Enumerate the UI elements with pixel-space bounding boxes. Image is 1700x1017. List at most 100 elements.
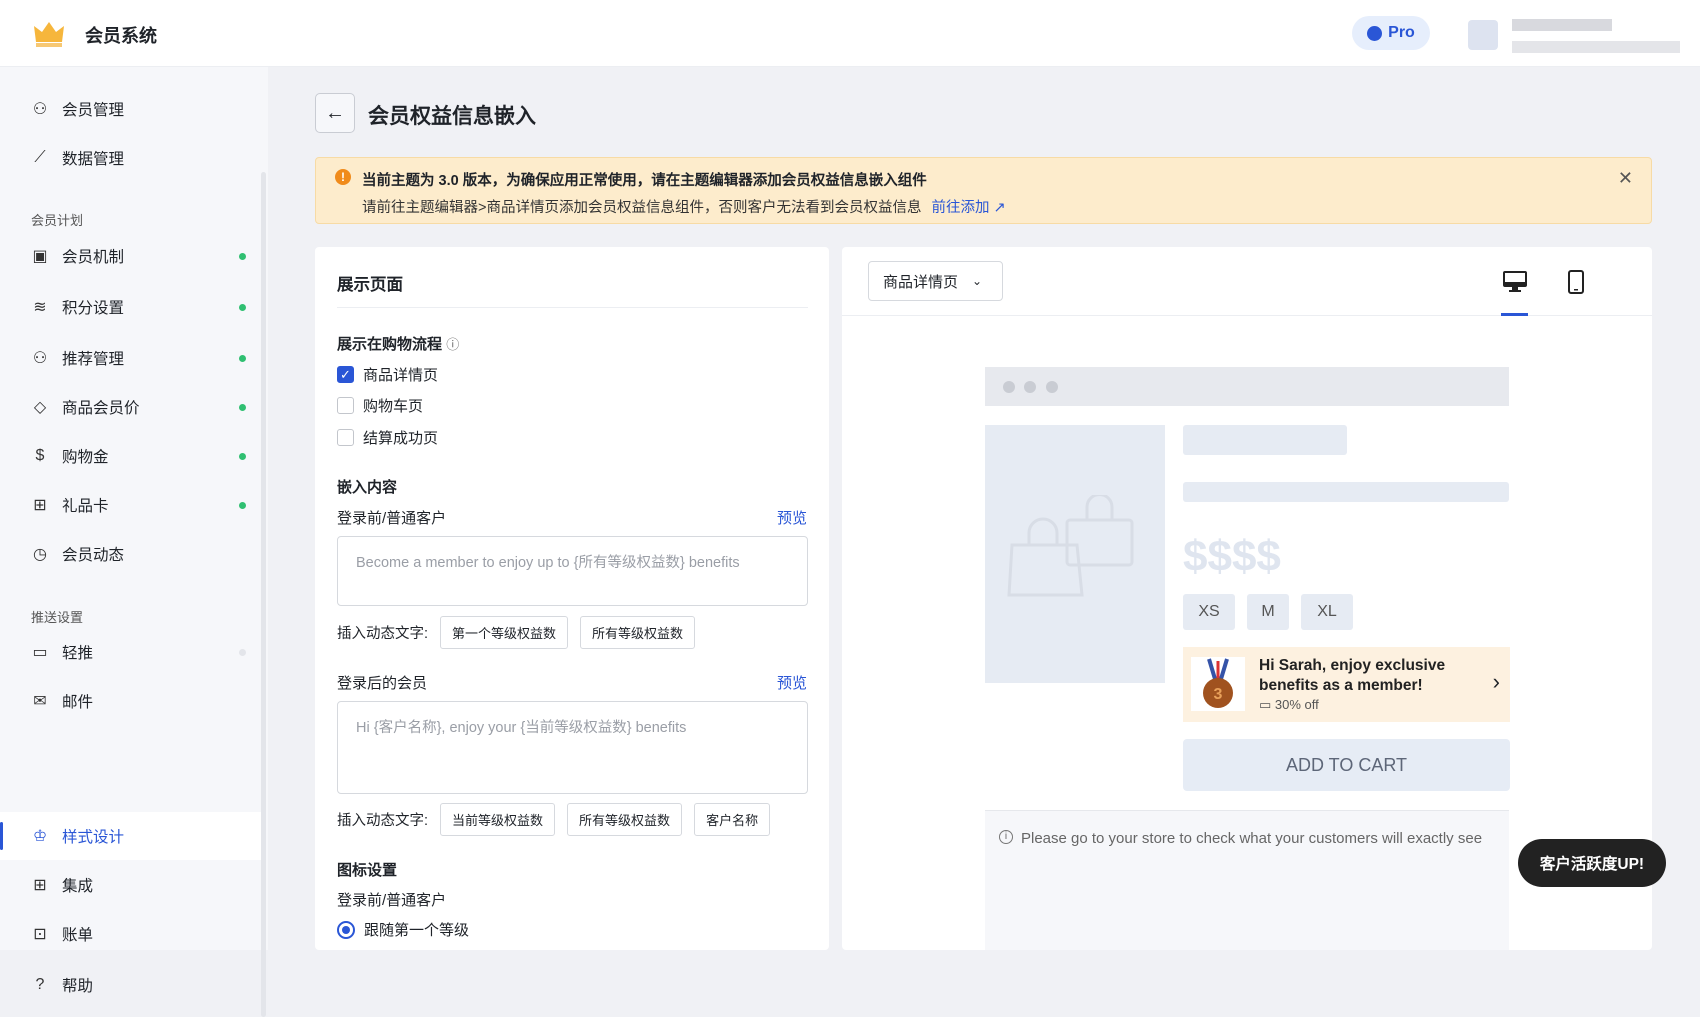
sidebar-item-mechanism[interactable]: ▣ 会员机制 [30,241,246,271]
group-label: 会员计划 [31,213,84,228]
sidebar-item-help[interactable]: ? 帮助 [30,970,246,1000]
size-option[interactable]: M [1247,594,1289,630]
label: 帮助 [62,978,94,995]
status-dot [239,404,246,411]
pro-icon [1367,25,1383,41]
feedback-button[interactable]: 客户活跃度UP! [1518,839,1666,887]
checkbox[interactable] [337,397,354,414]
link-label: 前往添加 [931,200,990,216]
svg-text:3: 3 [1214,686,1223,703]
sidebar-item-data[interactable]: ⟋ 数据管理 [30,143,246,173]
tag-button[interactable]: 第一个等级权益数 [440,616,569,649]
label: 会员机制 [62,249,125,266]
go-add-link[interactable]: 前往添加 ↗ [931,200,1005,216]
member-benefit-widget[interactable]: 3 Hi Sarah, enjoy exclusive benefits as … [1183,647,1510,722]
pro-label: Pro [1388,24,1415,41]
label: 集成 [62,878,94,895]
radio-follow-first-level[interactable]: 跟随第一个等级 [337,919,469,940]
back-button[interactable]: ← [315,93,355,133]
checkbox-product-page[interactable]: ✓ 商品详情页 [337,364,438,385]
preview-member-link[interactable]: 预览 [777,672,807,693]
account-email-blurred [1512,41,1680,53]
status-dot [239,502,246,509]
grid-icon: ⊞ [33,877,47,894]
info-icon: i [999,830,1013,844]
sidebar-item-nudge[interactable]: ▭ 轻推 [30,637,246,667]
sidebar-item-referral[interactable]: ⚇ 推荐管理 [30,343,246,373]
status-dot [239,649,246,656]
checkbox-cart-page[interactable]: 购物车页 [337,395,423,416]
radio-selected[interactable] [337,920,355,939]
tag-button[interactable]: 客户名称 [694,803,771,836]
sidebar-item-store-credit[interactable]: $ 购物金 [30,441,246,471]
gift-card-icon: ⊞ [33,497,47,514]
tag-button[interactable]: 所有等级权益数 [567,803,683,836]
label: 推荐管理 [62,351,125,368]
checkbox-checkout-success[interactable]: 结算成功页 [337,427,438,448]
help-circle-icon[interactable]: ⓘ [446,337,459,352]
checkbox-checked[interactable]: ✓ [337,366,354,383]
status-dot [239,253,246,260]
coupon-icon: ▭ [1259,697,1272,712]
warning-banner: ! 当前主题为 3.0 版本，为确保应用正常使用，请在主题编辑器添加会员权益信息… [315,157,1652,224]
add-to-cart-button[interactable]: ADD TO CART [1183,739,1510,791]
radio-label: 跟随第一个等级 [364,922,470,939]
preview-note: i Please go to your store to check what y… [991,827,1506,850]
label: 邮件 [62,694,94,711]
coins-icon: ≋ [33,299,47,316]
title-skeleton [1183,425,1347,455]
sidebar-item-members[interactable]: ⚇ 会员管理 [30,94,246,124]
sidebar-item-member-price[interactable]: ◇ 商品会员价 [30,392,246,422]
sidebar-item-style-design[interactable]: ♔ 样式设计 [30,821,246,851]
label: 商品会员价 [62,400,140,417]
account-name-blurred [1512,19,1612,31]
section-title: 展示页面 [337,276,403,294]
sidebar: ⚇ 会员管理 ⟋ 数据管理 会员计划 ▣ 会员机制 ≋ 积分设置 ⚇ 推荐管理 ◇ 商品会员… [0,67,268,1017]
sidebar-item-activity[interactable]: ◷ 会员动态 [30,539,246,569]
crown-icon: ♔ [32,828,48,845]
sidebar-item-integration[interactable]: ⊞ 集成 [30,870,246,900]
user-plus-icon: ⚇ [32,350,48,367]
label: 会员管理 [62,102,125,119]
subtitle-skeleton [1183,482,1509,502]
mobile-icon[interactable] [1563,269,1589,295]
wallet-icon: $ [35,447,45,464]
sidebar-item-gift-card[interactable]: ⊞ 礼品卡 [30,490,246,520]
top-header: 会员系统 Pro [0,0,1700,67]
status-dot [239,453,246,460]
flow-label: 展示在购物流程 ⓘ [337,333,459,354]
avatar[interactable] [1468,20,1498,50]
status-dot [239,304,246,311]
warning-icon: ! [335,169,351,185]
shopping-bag-icon [1007,495,1134,597]
sidebar-item-billing[interactable]: ⊡ 账单 [30,919,246,949]
id-icon: ▣ [32,248,48,265]
clock-icon: ◷ [33,546,47,563]
pro-badge[interactable]: Pro [1352,16,1430,50]
member-text-input[interactable]: Hi {客户名称}, enjoy your {当前等级权益数} benefits [337,701,808,794]
preview-guest-link[interactable]: 预览 [777,507,807,528]
insert-label: 插入动态文字: [337,626,429,642]
icon-guest-label: 登录前/普通客户 [337,892,447,909]
label: 样式设计 [62,829,125,846]
checkbox[interactable] [337,429,354,446]
banner-text: 请前往主题编辑器>商品详情页添加会员权益信息组件，否则客户无法看到会员权益信息前… [362,196,1006,217]
guest-insert-tags: 插入动态文字: 第一个等级权益数 所有等级权益数 [337,616,696,649]
checkbox-label: 结算成功页 [363,430,439,447]
embed-title: 嵌入内容 [337,479,398,496]
page-select[interactable]: 商品详情页 ⌄ [868,261,1003,301]
tag-button[interactable]: 所有等级权益数 [580,616,696,649]
desktop-icon[interactable] [1502,269,1528,295]
member-label: 登录后的会员 [337,675,428,692]
divider [842,315,1652,316]
sidebar-scrollbar[interactable] [261,172,266,1017]
close-icon[interactable]: ✕ [1618,168,1633,189]
sidebar-item-email[interactable]: ✉ 邮件 [30,686,246,716]
size-option[interactable]: XL [1301,594,1353,630]
browser-bar [985,367,1509,406]
tag-button[interactable]: 当前等级权益数 [440,803,556,836]
sidebar-item-points[interactable]: ≋ 积分设置 [30,292,246,322]
size-option[interactable]: XS [1183,594,1235,630]
benefit-title: Hi Sarah, enjoy exclusive benefits as a … [1259,657,1446,694]
guest-text-input[interactable]: Become a member to enjoy up to {所有等级权益数}… [337,536,808,606]
